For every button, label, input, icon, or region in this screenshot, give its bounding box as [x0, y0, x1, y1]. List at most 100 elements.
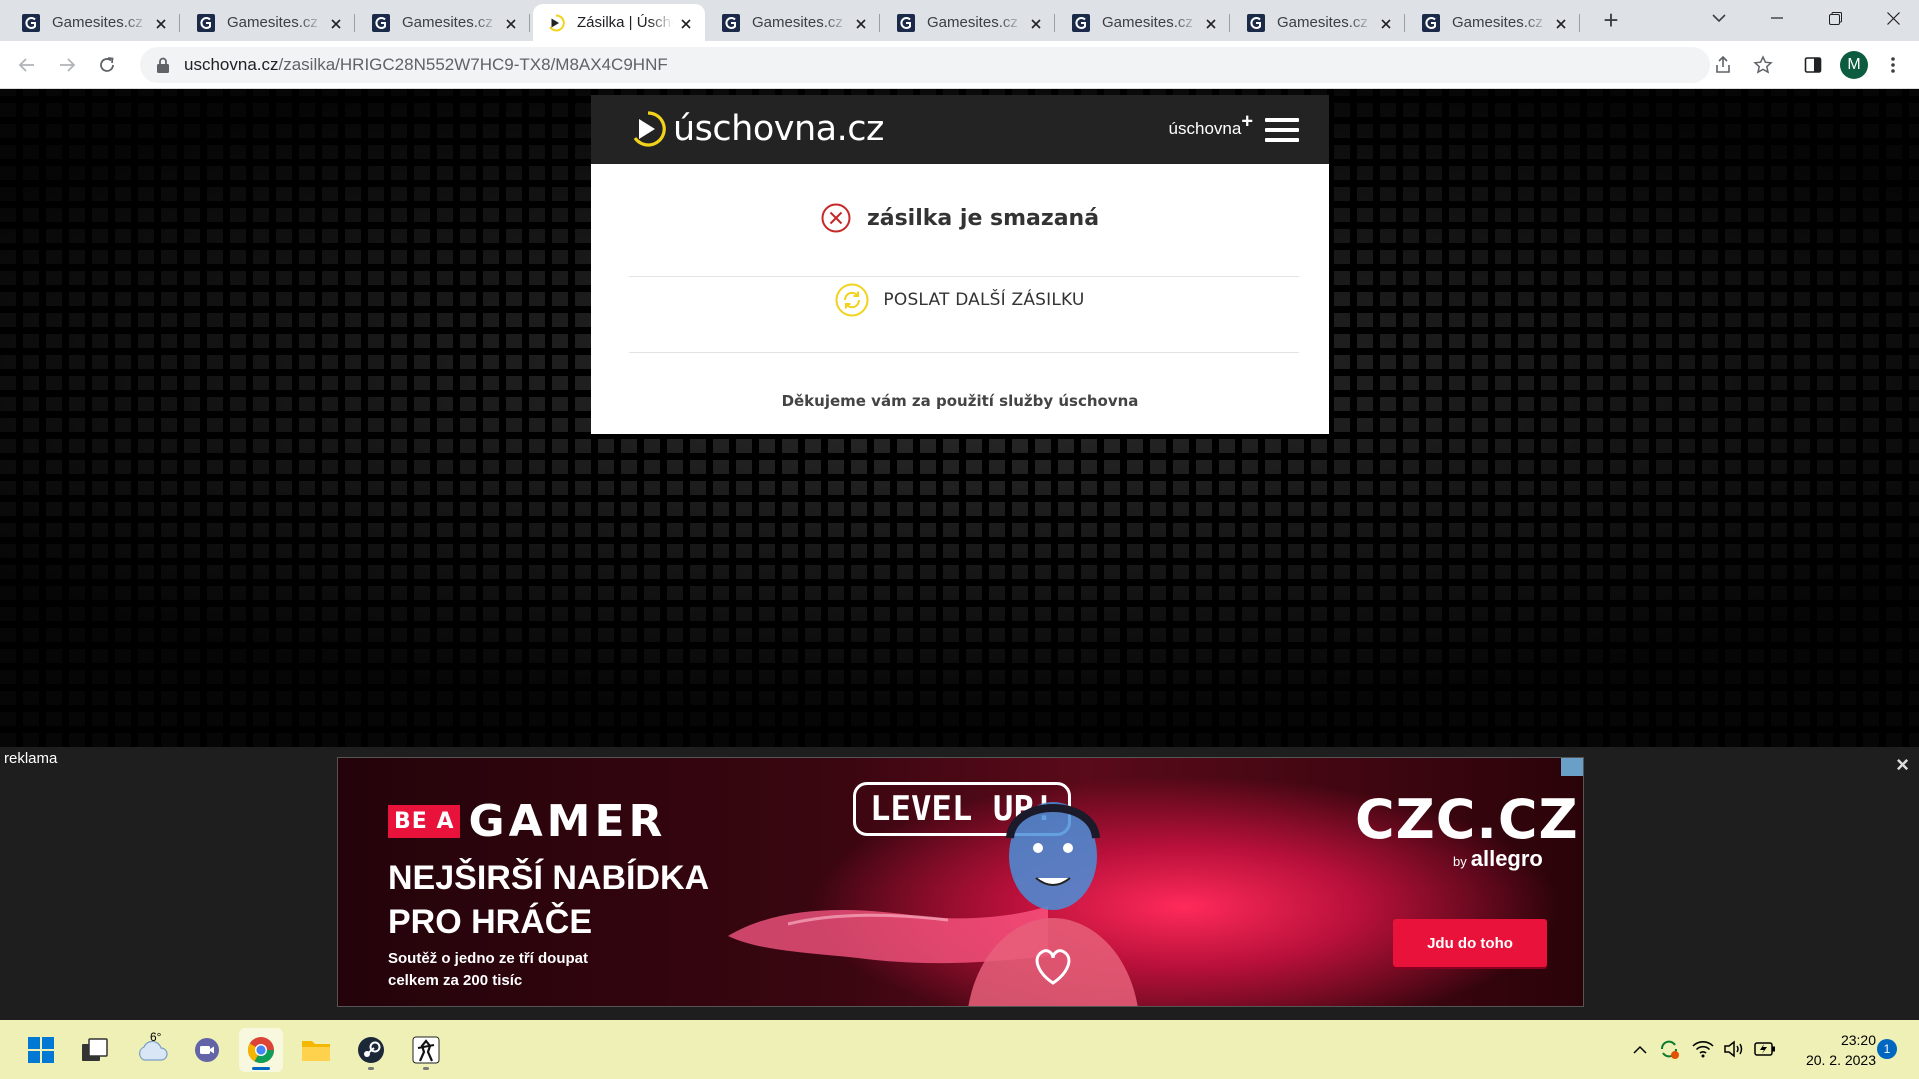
hamburger-menu-button[interactable] [1265, 118, 1299, 142]
star-icon [1753, 55, 1773, 74]
share-button[interactable] [1710, 52, 1736, 78]
back-button[interactable] [12, 50, 42, 80]
lock-icon [157, 57, 169, 73]
tab-close-button[interactable] [1027, 14, 1045, 32]
chrome-menu-button[interactable] [1880, 52, 1906, 78]
chevron-down-icon [1712, 14, 1726, 23]
restore-button[interactable] [1806, 0, 1864, 36]
adchoices-icon[interactable] [1561, 758, 1583, 776]
wifi-tray-icon[interactable] [1692, 1038, 1714, 1060]
tab-close-button[interactable] [1377, 14, 1395, 32]
battery-charging-icon [1754, 1042, 1775, 1056]
close-icon [681, 18, 691, 29]
tab-close-button[interactable] [152, 14, 170, 32]
gamesites-icon [1247, 13, 1265, 32]
taskbar-counter-strike[interactable] [404, 1028, 448, 1072]
ad-headline: NEJŠIRŠÍ NABÍDKA PRO HRÁČE [388, 856, 709, 944]
forward-button[interactable] [52, 50, 82, 80]
browser-tab[interactable]: Gamesites.cz - [1408, 4, 1580, 41]
side-panel-icon [1804, 57, 1822, 73]
tab-separator [529, 14, 530, 32]
close-icon [506, 18, 516, 29]
weather-temperature: 6° [150, 1030, 162, 1044]
profile-avatar[interactable]: M [1840, 51, 1868, 79]
bookmark-button[interactable] [1750, 52, 1776, 78]
taskbar-file-explorer[interactable] [294, 1028, 338, 1072]
uschovna-icon [549, 13, 565, 31]
folder-icon [302, 1041, 330, 1061]
ad-allegro-word: allegro [1470, 846, 1543, 871]
clock[interactable]: 23:20 20. 2. 2023 [1790, 1030, 1876, 1070]
teams-chat-button[interactable] [185, 1028, 229, 1072]
notification-badge[interactable]: 1 [1877, 1039, 1897, 1059]
tab-separator [354, 14, 355, 32]
tab-separator [879, 14, 880, 32]
speaker-icon [1724, 1040, 1743, 1058]
kebab-menu-icon [1891, 57, 1895, 73]
tab-close-button[interactable] [1552, 14, 1570, 32]
uschovna-plus-link[interactable]: úschovna+ [1169, 111, 1253, 139]
browser-tab[interactable]: Gamesites.cz - [8, 4, 180, 41]
close-window-button[interactable] [1864, 0, 1919, 36]
tab-close-button[interactable] [502, 14, 520, 32]
taskbar-chrome[interactable] [239, 1028, 283, 1072]
show-hidden-icons-button[interactable] [1629, 1038, 1651, 1060]
tab-separator [1404, 14, 1405, 32]
tab-close-button[interactable] [327, 14, 345, 32]
browser-tab[interactable]: Gamesites.cz - [883, 4, 1055, 41]
browser-tab[interactable]: Zásilka | Úschovna [533, 4, 705, 41]
new-tab-button[interactable]: + [1598, 7, 1624, 34]
arrow-left-icon [18, 58, 34, 72]
browser-tab[interactable]: Gamesites.cz - [183, 4, 355, 41]
address-bar[interactable]: uschovna.cz/zasilka/HRIGC28N552W7HC9-TX8… [140, 47, 1710, 83]
start-button[interactable] [19, 1028, 63, 1072]
ad-by-word: by [1453, 854, 1467, 869]
minimize-button[interactable] [1748, 0, 1806, 36]
ad-brand-logo: CZC.CZ [1355, 788, 1579, 851]
browser-tab[interactable]: Gamesites.cz - [708, 4, 880, 41]
ad-cta-button[interactable]: Jdu do toho [1393, 919, 1547, 967]
sync-tray-icon[interactable] [1658, 1038, 1680, 1060]
ad-banner[interactable]: BE A GAMER NEJŠIRŠÍ NABÍDKA PRO HRÁČE So… [337, 757, 1584, 1007]
ad-headline-line-2: PRO HRÁČE [388, 903, 593, 941]
tab-close-button[interactable] [677, 14, 695, 32]
close-icon [1031, 18, 1041, 29]
close-icon [156, 18, 166, 29]
tab-strip: Gamesites.cz - Gamesites.cz - Gamesites.… [0, 0, 1919, 41]
gamesites-icon [722, 13, 740, 32]
url-host: uschovna.cz [184, 55, 279, 74]
browser-tab[interactable]: Gamesites.cz - [1233, 4, 1405, 41]
volume-tray-icon[interactable] [1723, 1038, 1745, 1060]
ad-person-illustration [968, 802, 1138, 1006]
ad-by-allegro: by allegro [1453, 846, 1543, 872]
tab-separator [1229, 14, 1230, 32]
browser-tab[interactable]: Gamesites.cz - [358, 4, 530, 41]
ad-close-button[interactable]: × [1896, 754, 1909, 776]
restore-icon [1828, 11, 1842, 25]
side-panel-button[interactable] [1800, 52, 1826, 78]
taskbar-steam[interactable] [349, 1028, 393, 1072]
weather-widget[interactable]: 6° [130, 1028, 174, 1072]
tab-search-button[interactable] [1690, 0, 1748, 36]
share-icon [1716, 55, 1730, 73]
tab-close-button[interactable] [1202, 14, 1220, 32]
tab-separator [179, 14, 180, 32]
task-view-icon [82, 1038, 108, 1061]
site-logo[interactable]: úschovna.cz [629, 109, 884, 149]
browser-toolbar: uschovna.cz/zasilka/HRIGC28N552W7HC9-TX8… [0, 41, 1919, 89]
browser-tab[interactable]: Gamesites.cz - [1058, 4, 1230, 41]
video-chat-icon [195, 1038, 219, 1062]
ad-be-a: BE A [388, 805, 461, 838]
ad-strip: reklama × BE A GAMER NEJŠIRŠÍ NABÍDKA PR… [0, 747, 1919, 1020]
shipment-card: zásilka je smazaná POSLAT DALŠÍ ZÁSILKU … [591, 164, 1329, 434]
refresh-circle-icon [835, 283, 869, 317]
counter-strike-icon [412, 1036, 440, 1064]
reload-button[interactable] [92, 50, 122, 80]
tab-title: Gamesites.cz - [227, 14, 323, 31]
ad-gamer-title: BE A GAMER [388, 796, 666, 847]
battery-tray-icon[interactable] [1754, 1038, 1776, 1060]
tab-close-button[interactable] [852, 14, 870, 32]
task-view-button[interactable] [73, 1028, 117, 1072]
send-another-button[interactable]: POSLAT DALŠÍ ZÁSILKU [591, 281, 1329, 319]
url-path: /zasilka/HRIGC28N552W7HC9-TX8/M8AX4C9HNF [278, 55, 668, 74]
